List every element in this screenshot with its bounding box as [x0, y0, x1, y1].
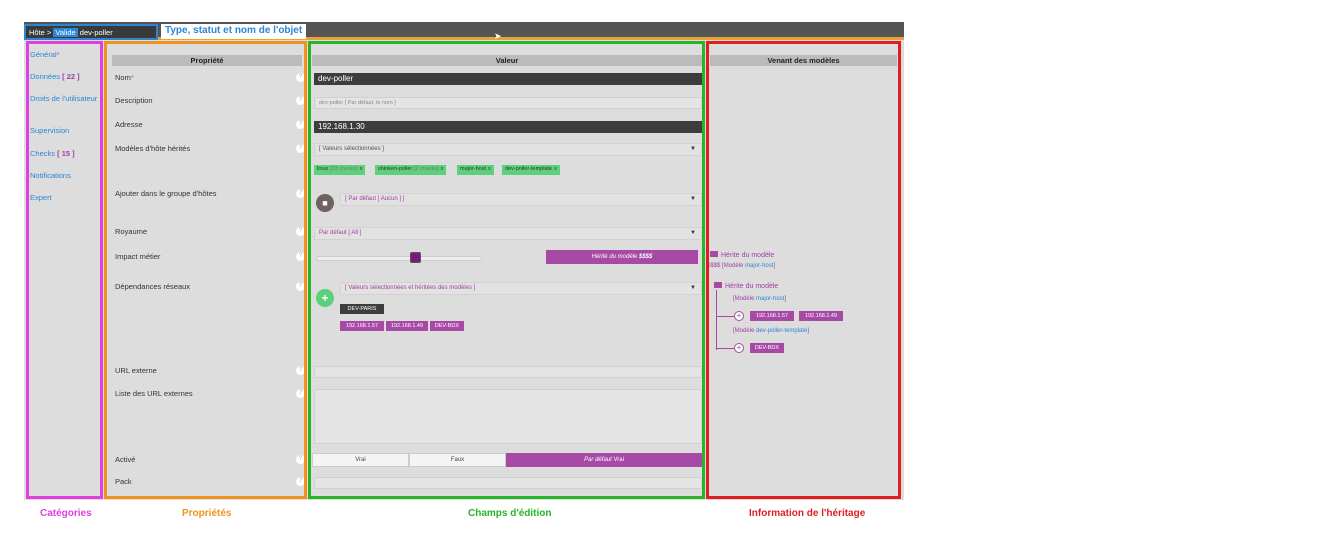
- type-annotation: Type, statut et nom de l'objet: [161, 24, 307, 39]
- properties-frame: [104, 41, 307, 499]
- properties-annotation: Propriétés: [182, 508, 232, 519]
- categories-frame: [26, 41, 103, 499]
- breadcrumb: Hôte > Valide dev-poller: [24, 24, 158, 40]
- object-name: dev-poller: [79, 28, 113, 37]
- inheritance-annotation: Information de l'héritage: [749, 508, 866, 519]
- values-frame: [308, 41, 705, 499]
- edit-fields-annotation: Champs d'édition: [468, 508, 552, 519]
- breadcrumb-host[interactable]: Hôte >: [29, 28, 51, 37]
- inheritance-frame: [706, 41, 901, 499]
- categories-annotation: Catégories: [40, 508, 92, 519]
- status-badge: Valide: [53, 28, 78, 37]
